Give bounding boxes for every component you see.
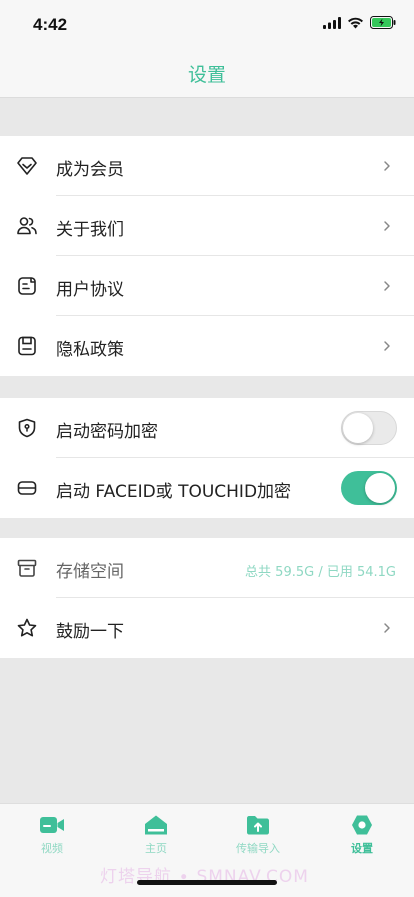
- row-encourage[interactable]: 鼓励一下: [0, 598, 414, 658]
- archive-icon: [17, 559, 37, 577]
- home-icon: [145, 815, 167, 835]
- row-label: 成为会员: [56, 160, 124, 180]
- folder-upload-icon: [247, 816, 269, 835]
- signal-icon: [323, 16, 341, 29]
- tab-settings[interactable]: 设置: [322, 814, 402, 856]
- shield-icon: [18, 418, 36, 438]
- chevron-right-icon: [384, 623, 390, 633]
- star-icon: [17, 618, 37, 637]
- row-user-agreement[interactable]: 用户协议: [0, 256, 414, 316]
- row-label: 存储空间: [56, 562, 124, 582]
- tab-label: 设置: [351, 842, 373, 855]
- battery-charging-icon: [370, 16, 396, 29]
- save-file-icon: [18, 336, 36, 356]
- row-label: 隐私政策: [56, 340, 124, 360]
- settings-section-security: 启动密码加密 启动 FACEID或 TOUCHID加密: [0, 398, 414, 518]
- section-gap: [0, 518, 414, 538]
- row-storage[interactable]: 存储空间 总共 59.5G / 已用 54.1G: [0, 538, 414, 598]
- status-time: 4:42: [33, 15, 68, 34]
- password-lock-toggle[interactable]: [341, 411, 397, 445]
- row-password-lock: 启动密码加密: [0, 398, 414, 458]
- status-bar: 4:42: [0, 0, 414, 48]
- people-icon: [17, 217, 37, 235]
- settings-section-other: 存储空间 总共 59.5G / 已用 54.1G 鼓励一下: [0, 538, 414, 658]
- row-label: 启动 FACEID或 TOUCHID加密: [56, 482, 292, 502]
- row-membership[interactable]: 成为会员: [0, 136, 414, 196]
- tab-home[interactable]: 主页: [116, 814, 196, 856]
- card-icon: [17, 481, 37, 495]
- row-biometric-lock: 启动 FACEID或 TOUCHID加密: [0, 458, 414, 518]
- nav-bar: 设置: [0, 48, 414, 98]
- section-gap: [0, 376, 414, 398]
- tab-transfer-import[interactable]: 传输导入: [218, 814, 298, 856]
- settings-section-general: 成为会员 关于我们 用户协议 隐私政策: [0, 136, 414, 376]
- chevron-right-icon: [384, 281, 390, 291]
- row-label: 用户协议: [56, 280, 124, 300]
- toggle-knob: [365, 473, 395, 503]
- storage-usage: 总共 59.5G / 已用 54.1G: [245, 565, 396, 580]
- biometric-lock-toggle[interactable]: [341, 471, 397, 505]
- page-title: 设置: [187, 64, 226, 86]
- tab-label: 传输导入: [236, 842, 280, 855]
- tab-label: 主页: [145, 842, 167, 855]
- chevron-right-icon: [384, 221, 390, 231]
- wifi-icon: [348, 17, 363, 28]
- chevron-right-icon: [384, 161, 390, 171]
- settings-icon: [352, 815, 372, 835]
- row-privacy-policy[interactable]: 隐私政策: [0, 316, 414, 376]
- video-camera-icon: [40, 817, 64, 833]
- row-label: 鼓励一下: [56, 622, 124, 642]
- tab-label: 视频: [41, 842, 63, 855]
- home-indicator[interactable]: [137, 880, 277, 885]
- row-about-us[interactable]: 关于我们: [0, 196, 414, 256]
- row-label: 关于我们: [56, 220, 124, 240]
- status-icons: [323, 16, 396, 29]
- tab-video[interactable]: 视频: [12, 814, 92, 856]
- diamond-icon: [17, 157, 37, 175]
- row-label: 启动密码加密: [56, 422, 158, 442]
- toggle-knob: [343, 413, 373, 443]
- section-gap: [0, 98, 414, 136]
- document-icon: [18, 277, 36, 295]
- chevron-right-icon: [384, 341, 390, 351]
